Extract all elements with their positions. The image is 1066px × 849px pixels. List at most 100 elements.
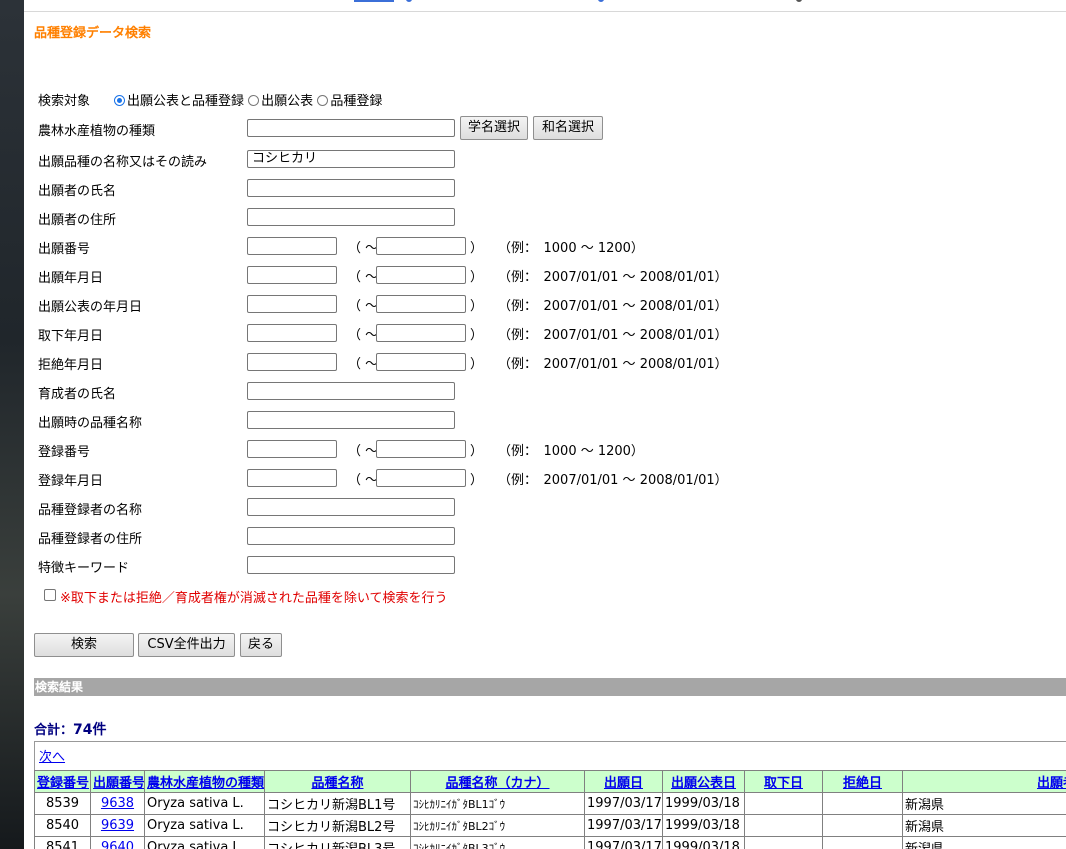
registrant-name-input[interactable]	[247, 498, 455, 516]
applicant-name-label: 出願者の氏名	[38, 184, 117, 199]
withdraw-date-row: 取下年月日 （ ～ ） （例： 2007/01/01 ～ 2008/01/01）	[34, 323, 834, 344]
radio-reg[interactable]: 品種登録	[317, 94, 382, 109]
reject-date-label: 拒絶年月日	[38, 358, 104, 373]
cell-applicant: 新潟県	[902, 814, 1066, 837]
cell-reject-date	[822, 792, 903, 815]
app-number-from-input[interactable]	[247, 237, 337, 255]
cell-plant-type: Oryza sativa L.	[144, 836, 265, 849]
total-label: 合計：	[34, 723, 74, 738]
cell-app-number-link[interactable]: 9639	[90, 814, 145, 837]
registrant-address-label: 品種登録者の住所	[38, 532, 143, 547]
cell-app-number-link[interactable]: 9640	[90, 836, 145, 849]
plant-type-input[interactable]	[247, 119, 455, 137]
range-close: ）	[470, 270, 484, 285]
radio-app-pub-and-reg[interactable]: 出願公表と品種登録	[114, 94, 244, 109]
cell-app-date: 1997/03/17	[584, 792, 663, 815]
app-variety-name-row: 出願時の品種名称	[34, 410, 634, 431]
col-variety-kana[interactable]: 品種名称（カナ）	[410, 770, 585, 793]
browser-page: 品種登録データ検索 検索対象 出願公表と品種登録 出願公表 品種登録 農林水産植…	[24, 0, 1066, 849]
cell-pub-date: 1999/03/18	[662, 814, 745, 837]
pub-date-from-input[interactable]	[247, 295, 337, 313]
reject-date-from-input[interactable]	[247, 353, 337, 371]
plant-type-label: 農林水産植物の種類	[38, 124, 156, 139]
col-withdraw-date[interactable]: 取下日	[744, 770, 823, 793]
col-app-date[interactable]: 出願日	[584, 770, 663, 793]
col-applicant-name[interactable]: 出願者名／	[902, 770, 1066, 793]
reject-date-to-input[interactable]	[376, 353, 466, 371]
registrant-name-label: 品種登録者の名称	[38, 503, 143, 518]
back-button[interactable]: 戻る	[240, 633, 282, 657]
pub-date-label: 出願公表の年月日	[38, 300, 143, 315]
app-number-label: 出願番号	[38, 242, 91, 257]
reg-number-from-input[interactable]	[247, 440, 337, 458]
app-number-to-input[interactable]	[376, 237, 466, 255]
cell-withdraw-date	[744, 814, 823, 837]
cell-variety-kana: ｺｼﾋｶﾘﾆｲｶﾞﾀBL1ｺﾞｳ	[410, 792, 585, 815]
top-dash	[354, 0, 394, 2]
applicant-address-input[interactable]	[247, 208, 455, 226]
radio-icon[interactable]	[317, 95, 329, 106]
app-number-row: 出願番号 （ ～ ） （例： 1000 ～ 1200）	[34, 236, 834, 257]
search-target-radio-group: 出願公表と品種登録 出願公表 品種登録	[114, 90, 382, 109]
results-total: 合計：74件	[34, 719, 107, 739]
scientific-name-button[interactable]: 学名選択	[460, 116, 528, 140]
reg-date-from-input[interactable]	[247, 469, 337, 487]
total-count: 74件	[73, 722, 107, 738]
reg-number-to-input[interactable]	[376, 440, 466, 458]
exclude-checkbox-label[interactable]: ※取下または拒絶／育成者権が消滅された品種を除いて検索を行う	[60, 587, 448, 606]
cell-app-number-link[interactable]: 9638	[90, 792, 145, 815]
reg-date-row: 登録年月日 （ ～ ） （例： 2007/01/01 ～ 2008/01/01）	[34, 468, 834, 489]
col-reject-date[interactable]: 拒絶日	[822, 770, 903, 793]
search-target-label: 検索対象	[38, 94, 91, 109]
range-close: ）	[470, 241, 484, 256]
top-dot	[796, 0, 802, 2]
table-row: 8541 9640 Oryza sativa L. コシヒカリ新潟BL3号 ｺｼ…	[34, 836, 1066, 849]
japanese-name-button[interactable]: 和名選択	[533, 116, 603, 140]
col-plant-type[interactable]: 農林水産植物の種類	[144, 770, 265, 793]
col-reg-number[interactable]: 登録番号	[34, 770, 91, 793]
next-page-link[interactable]: 次へ	[39, 746, 65, 765]
pub-date-row: 出願公表の年月日 （ ～ ） （例： 2007/01/01 ～ 2008/01/…	[34, 294, 834, 315]
withdraw-date-from-input[interactable]	[247, 324, 337, 342]
cell-variety-name: コシヒカリ新潟BL3号	[264, 836, 411, 849]
reject-date-example: （例： 2007/01/01 ～ 2008/01/01）	[498, 357, 728, 372]
app-variety-name-input[interactable]	[247, 411, 455, 429]
cell-reject-date	[822, 814, 903, 837]
radio-selected-icon[interactable]	[114, 95, 125, 106]
reg-date-to-input[interactable]	[376, 469, 466, 487]
variety-name-input[interactable]: コシヒカリ	[247, 150, 455, 168]
cell-app-date: 1997/03/17	[584, 814, 663, 837]
cell-applicant: 新潟県	[902, 836, 1066, 849]
search-target-row: 検索対象 出願公表と品種登録 出願公表 品種登録	[34, 88, 534, 109]
cell-variety-kana: ｺｼﾋｶﾘﾆｲｶﾞﾀBL2ｺﾞｳ	[410, 814, 585, 837]
col-pub-date[interactable]: 出願公表日	[662, 770, 745, 793]
app-date-label: 出願年月日	[38, 271, 104, 286]
applicant-name-input[interactable]	[247, 179, 455, 197]
breeder-name-input[interactable]	[247, 382, 455, 400]
withdraw-date-to-input[interactable]	[376, 324, 466, 342]
radio-app-pub[interactable]: 出願公表	[248, 94, 313, 109]
results-header: 検索結果	[34, 678, 1066, 696]
cell-variety-name: コシヒカリ新潟BL2号	[264, 814, 411, 837]
cell-variety-name: コシヒカリ新潟BL1号	[264, 792, 411, 815]
cell-reject-date	[822, 836, 903, 849]
col-variety-name[interactable]: 品種名称	[264, 770, 411, 793]
range-close: ）	[470, 473, 484, 488]
cell-reg-number: 8540	[34, 814, 91, 837]
col-app-number[interactable]: 出願番号	[90, 770, 145, 793]
search-button[interactable]: 検索	[34, 633, 134, 657]
results-header-row: 登録番号 出願番号 農林水産植物の種類 品種名称 品種名称（カナ） 出願日 出願…	[34, 770, 1066, 793]
reg-date-example: （例： 2007/01/01 ～ 2008/01/01）	[498, 473, 728, 488]
keyword-input[interactable]	[247, 556, 455, 574]
radio-icon[interactable]	[248, 95, 260, 106]
cell-variety-kana: ｺｼﾋｶﾘﾆｲｶﾞﾀBL3ｺﾞｳ	[410, 836, 585, 849]
csv-export-button[interactable]: CSV全件出力	[138, 633, 235, 657]
pub-date-to-input[interactable]	[376, 295, 466, 313]
cell-plant-type: Oryza sativa L.	[144, 814, 265, 837]
exclude-checkbox[interactable]	[44, 589, 56, 601]
browser-top-strip	[24, 0, 1066, 12]
registrant-address-input[interactable]	[247, 527, 455, 545]
app-date-to-input[interactable]	[376, 266, 466, 284]
app-date-row: 出願年月日 （ ～ ） （例： 2007/01/01 ～ 2008/01/01）	[34, 265, 834, 286]
app-date-from-input[interactable]	[247, 266, 337, 284]
